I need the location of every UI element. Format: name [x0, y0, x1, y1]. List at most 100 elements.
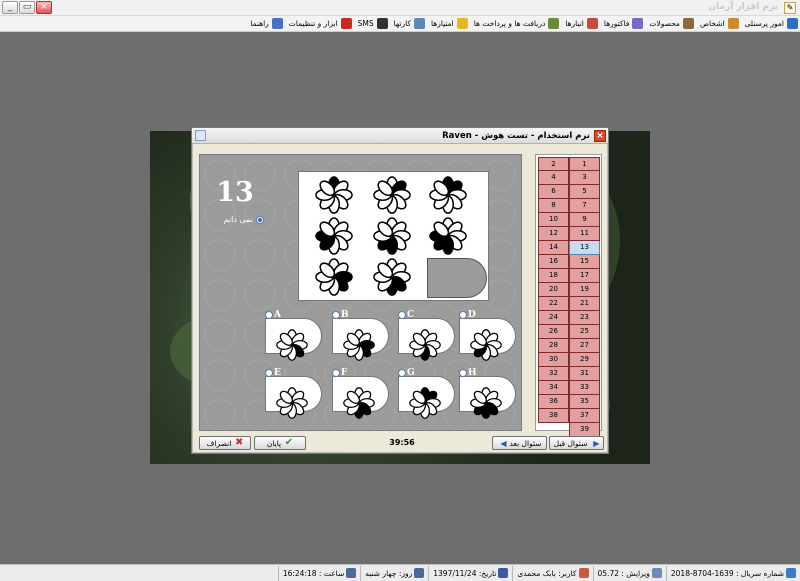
question-nav-cell[interactable]: 37 — [569, 409, 600, 423]
prev-question-button[interactable]: ▶ سئوال قبل — [549, 436, 604, 450]
finish-button[interactable]: ✔ پایان — [254, 436, 306, 450]
dont-know-radio[interactable] — [256, 215, 264, 224]
question-nav-cell[interactable]: 7 — [569, 199, 600, 213]
question-nav-cell[interactable]: 38 — [538, 409, 569, 423]
question-nav-cell[interactable]: 4 — [538, 171, 569, 185]
option-card[interactable] — [332, 376, 389, 419]
next-question-button[interactable]: سئوال بعد ◀ — [492, 436, 547, 450]
option-card[interactable] — [265, 376, 322, 419]
question-nav-cell[interactable]: 20 — [538, 283, 569, 297]
dialog-close-button[interactable]: × — [594, 130, 606, 142]
option-radio[interactable] — [459, 369, 467, 377]
question-nav-cell[interactable]: 16 — [538, 255, 569, 269]
option-letter: A — [274, 310, 281, 320]
option-card[interactable] — [459, 318, 516, 361]
option-label: E — [265, 368, 281, 378]
question-nav-cell[interactable]: 12 — [538, 227, 569, 241]
menu-item-0[interactable]: امور پرسنلی — [745, 18, 798, 29]
menu-item-10[interactable]: راهنما — [250, 18, 283, 29]
question-nav-cell[interactable]: 14 — [538, 241, 569, 255]
question-nav-cell[interactable]: 39 — [569, 423, 600, 437]
question-nav-cell[interactable]: 5 — [569, 185, 600, 199]
question-nav-cell[interactable]: 32 — [538, 367, 569, 381]
cancel-icon: ✖ — [234, 436, 244, 448]
menu-item-2[interactable]: محصولات — [649, 18, 694, 29]
answer-option-a[interactable]: A — [265, 310, 322, 361]
option-card[interactable] — [332, 318, 389, 361]
question-nav-cell[interactable]: 36 — [538, 395, 569, 409]
answer-option-f[interactable]: F — [332, 368, 389, 419]
question-nav-cell[interactable]: 18 — [538, 269, 569, 283]
matrix-cell — [315, 217, 353, 255]
question-nav-cell[interactable]: 24 — [538, 311, 569, 325]
answer-option-h[interactable]: H — [459, 368, 516, 419]
menu-item-label: امتیازها — [430, 19, 454, 28]
answer-option-e[interactable]: E — [265, 368, 322, 419]
question-nav-cell[interactable]: 17 — [569, 269, 600, 283]
question-nav-cell[interactable]: 29 — [569, 353, 600, 367]
menu-item-8[interactable]: SMS — [358, 18, 388, 29]
question-nav-cell[interactable]: 25 — [569, 325, 600, 339]
answer-option-b[interactable]: B — [332, 310, 389, 361]
answer-option-c[interactable]: C — [398, 310, 455, 361]
option-radio[interactable] — [459, 311, 467, 319]
matrix-cell — [315, 258, 353, 296]
question-nav-cell[interactable]: 30 — [538, 353, 569, 367]
question-nav-cell[interactable]: 34 — [538, 381, 569, 395]
option-card[interactable] — [265, 318, 322, 361]
option-letter: F — [341, 368, 348, 378]
answer-option-g[interactable]: G — [398, 368, 455, 419]
question-nav-cell[interactable]: 33 — [569, 381, 600, 395]
option-card[interactable] — [398, 318, 455, 361]
maximize-button[interactable]: ▭ — [19, 1, 35, 14]
question-nav-cell[interactable]: 22 — [538, 297, 569, 311]
question-nav-cell[interactable]: 6 — [538, 185, 569, 199]
option-card[interactable] — [398, 376, 455, 419]
close-button[interactable]: × — [36, 1, 52, 14]
question-panel: 13 نمی دانم A B C D E F G H — [199, 154, 522, 431]
question-nav-cell[interactable]: 8 — [538, 199, 569, 213]
question-nav-cell[interactable]: 23 — [569, 311, 600, 325]
status-item-3: تاریخ: 1397/11/24 — [428, 565, 512, 581]
option-card[interactable] — [459, 376, 516, 419]
question-nav-cell[interactable]: 26 — [538, 325, 569, 339]
payments-icon — [548, 18, 560, 29]
menu-item-9[interactable]: ابزار و تنظیمات — [289, 18, 352, 29]
menu-item-1[interactable]: اشخاص — [700, 18, 739, 29]
option-radio[interactable] — [398, 311, 406, 319]
answer-option-d[interactable]: D — [459, 310, 516, 361]
question-nav-cell[interactable]: 19 — [569, 283, 600, 297]
question-nav-cell[interactable]: 31 — [569, 367, 600, 381]
question-nav-cell[interactable]: 1 — [569, 157, 600, 171]
question-nav-cell[interactable]: 13 — [569, 241, 600, 255]
question-nav-cell[interactable]: 11 — [569, 227, 600, 241]
cancel-button[interactable]: ✖ انصراف — [199, 436, 251, 450]
option-radio[interactable] — [398, 369, 406, 377]
question-nav-cell[interactable]: 15 — [569, 255, 600, 269]
question-nav-cell[interactable]: 28 — [538, 339, 569, 353]
menu-item-4[interactable]: انبارها — [565, 18, 598, 29]
status-item-4: روز: چهار شنبه — [360, 565, 428, 581]
option-radio[interactable] — [265, 369, 273, 377]
status-item-0: شماره سریال : 1639-8704-2018 — [665, 565, 800, 581]
option-radio[interactable] — [265, 311, 273, 319]
option-radio[interactable] — [332, 369, 340, 377]
question-nav-cell[interactable]: 21 — [569, 297, 600, 311]
question-nav-cell[interactable]: 3 — [569, 171, 600, 185]
question-nav-cell[interactable]: 2 — [538, 157, 569, 171]
question-nav-cell[interactable]: 35 — [569, 395, 600, 409]
question-nav-cell[interactable]: 9 — [569, 213, 600, 227]
dont-know-option[interactable]: نمی دانم — [216, 215, 264, 224]
question-nav-cell[interactable]: 27 — [569, 339, 600, 353]
minimize-button[interactable]: _ — [2, 1, 18, 14]
option-radio[interactable] — [332, 311, 340, 319]
menu-item-6[interactable]: امتیازها — [431, 18, 468, 29]
flower-figure — [470, 329, 502, 361]
menu-item-7[interactable]: کارتها — [394, 18, 425, 29]
question-nav-cell[interactable]: 10 — [538, 213, 569, 227]
flower-figure — [315, 176, 353, 214]
menu-item-5[interactable]: دریافت ها و پرداخت ها — [474, 18, 560, 29]
sms-icon — [376, 18, 388, 29]
menu-item-3[interactable]: فاکتورها — [604, 18, 644, 29]
check-icon: ✔ — [284, 436, 294, 448]
